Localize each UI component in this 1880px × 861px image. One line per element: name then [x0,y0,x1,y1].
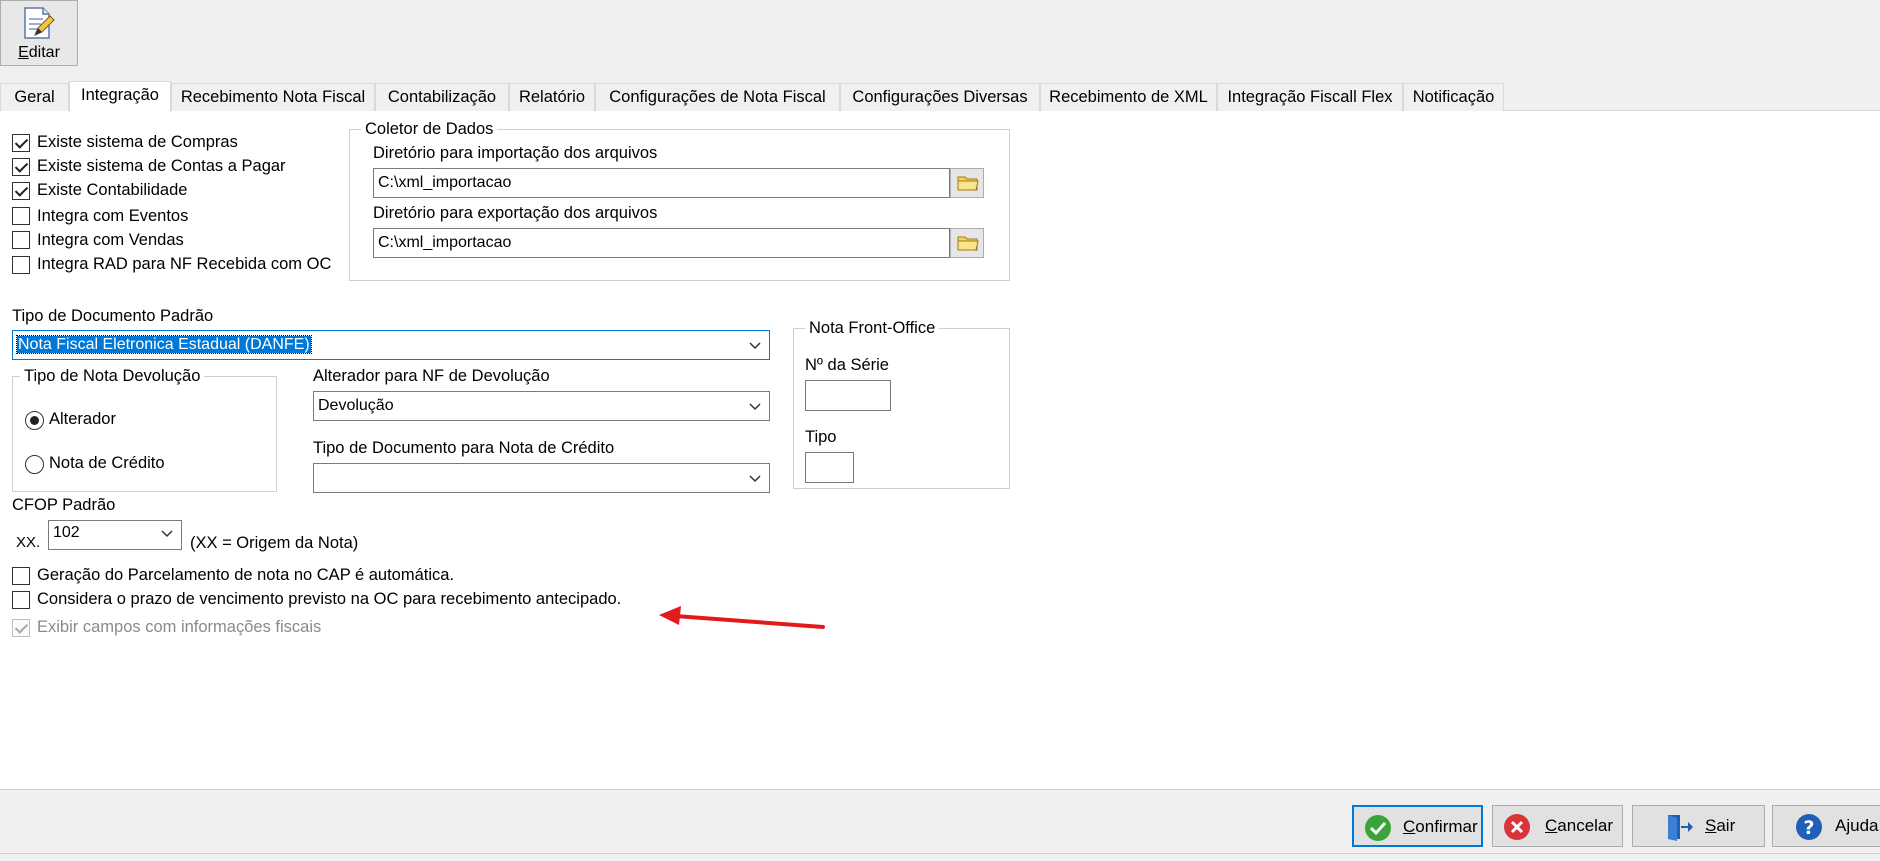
confirmar-label: Confirmar [1403,817,1478,836]
checkbox-sistema-compras[interactable] [12,134,30,152]
tipo-doc-credito-select[interactable] [313,463,770,493]
tab-recebimento-xml[interactable]: Recebimento de XML [1040,83,1217,111]
label-exibir-campos-fiscais: Exibir campos com informações fiscais [37,618,322,636]
toolbar: Editar [0,0,1880,74]
tab-integracao-fiscall-flex[interactable]: Integração Fiscall Flex [1217,83,1403,111]
alterador-select[interactable]: Devolução [313,391,770,421]
chevron-down-icon [161,530,173,538]
label-contabilidade: Existe Contabilidade [37,181,188,199]
label-export-dir: Diretório para exportação dos arquivos [373,204,658,222]
label-tipo: Tipo [805,428,837,446]
ajuda-label: Ajuda [1835,816,1879,835]
folder-icon [957,236,979,251]
label-import-dir: Diretório para importação dos arquivos [373,144,658,162]
checkbox-exibir-campos-fiscais [12,619,30,637]
edit-icon [24,7,55,39]
chevron-down-icon [749,475,761,483]
tab-integracao[interactable]: Integração [69,81,171,112]
checkbox-contabilidade[interactable] [12,182,30,200]
cfop-prefix: XX. [16,534,41,551]
label-radio-nota-credito: Nota de Crédito [49,454,165,472]
label-tipo-documento: Tipo de Documento Padrão [12,307,214,325]
label-parcelamento-cap: Geração do Parcelamento de nota no CAP é… [37,566,455,584]
x-circle-icon [1504,814,1530,840]
check-circle-icon [1365,815,1391,841]
serie-input[interactable] [805,380,891,411]
radio-alterador[interactable] [25,411,44,430]
tab-geral[interactable]: Geral [0,83,69,111]
label-radio-alterador: Alterador [49,410,116,428]
label-tipo-doc-credito: Tipo de Documento para Nota de Crédito [313,439,615,457]
status-bar [0,853,1880,861]
export-dir-input[interactable]: C:\xml_importacao [373,228,950,258]
folder-icon [957,176,979,191]
edit-button-label: Editar [18,44,60,61]
help-circle-icon: ? [1796,814,1822,840]
group-front-office-title: Nota Front-Office [805,319,940,338]
checkbox-contas-pagar[interactable] [12,158,30,176]
sair-button[interactable]: Sair [1632,805,1765,847]
radio-nota-credito[interactable] [25,455,44,474]
label-integra-vendas: Integra com Vendas [37,231,184,249]
ajuda-button[interactable]: ? Ajuda [1772,805,1880,847]
tab-strip: Geral Integração Recebimento Nota Fiscal… [0,81,1880,112]
import-dir-input[interactable]: C:\xml_importacao [373,168,950,198]
tab-page-integracao: Existe sistema de Compras Existe sistema… [0,111,1880,789]
tab-recebimento-nota-fiscal[interactable]: Recebimento Nota Fiscal [171,83,375,111]
alterador-value: Devolução [318,397,394,414]
checkbox-parcelamento-cap[interactable] [12,567,30,585]
edit-button[interactable]: Editar [0,0,78,66]
checkbox-prazo-vencimento-oc[interactable] [12,591,30,609]
svg-text:?: ? [1803,817,1814,839]
sair-label: Sair [1705,816,1736,835]
cfop-select[interactable]: 102 [48,520,182,550]
checkbox-integra-vendas[interactable] [12,231,30,249]
bottom-separator [0,789,1880,797]
group-coletor-title: Coletor de Dados [361,120,498,139]
chevron-down-icon [749,342,761,350]
cancelar-button[interactable]: Cancelar [1492,805,1623,847]
checkbox-integra-eventos[interactable] [12,207,30,225]
label-contas-pagar: Existe sistema de Contas a Pagar [37,157,286,175]
exit-door-icon [1668,815,1693,841]
cfop-hint: (XX = Origem da Nota) [190,534,359,552]
tab-configuracoes-diversas[interactable]: Configurações Diversas [840,83,1040,111]
checkbox-integra-rad[interactable] [12,256,30,274]
label-sistema-compras: Existe sistema de Compras [37,133,238,151]
cfop-value: 102 [53,524,80,541]
tab-configuracoes-nota-fiscal[interactable]: Configurações de Nota Fiscal [595,83,840,111]
tab-relatorio[interactable]: Relatório [509,83,595,111]
tab-contabilizacao[interactable]: Contabilização [375,83,509,111]
tipo-input[interactable] [805,452,854,483]
tipo-documento-select[interactable]: Nota Fiscal Eletronica Estadual (DANFE) [12,330,770,360]
export-folder-button[interactable] [950,228,984,258]
label-integra-rad: Integra RAD para NF Recebida com OC [37,255,332,273]
label-alterador: Alterador para NF de Devolução [313,367,550,385]
label-cfop: CFOP Padrão [12,496,116,514]
tab-notificacao[interactable]: Notificação [1403,83,1504,111]
group-tipo-nota-title: Tipo de Nota Devolução [20,367,205,386]
chevron-down-icon [749,403,761,411]
annotation-arrow [659,606,825,629]
tipo-documento-value: Nota Fiscal Eletronica Estadual (DANFE) [16,335,312,354]
label-integra-eventos: Integra com Eventos [37,207,189,225]
label-prazo-vencimento-oc: Considera o prazo de vencimento previsto… [37,590,622,608]
confirmar-button[interactable]: Confirmar [1352,805,1483,847]
import-folder-button[interactable] [950,168,984,198]
cancelar-label: Cancelar [1545,816,1614,835]
group-tipo-nota-devolucao [12,376,277,492]
label-serie: Nº da Série [805,356,889,374]
